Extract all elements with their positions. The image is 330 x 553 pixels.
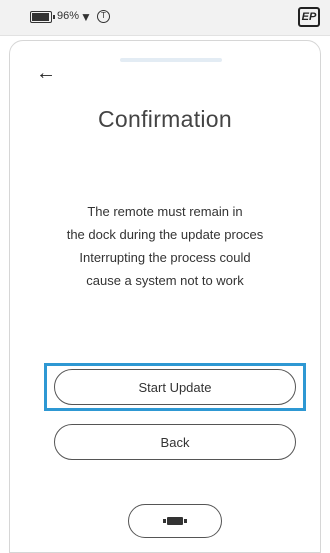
page-title: Confirmation xyxy=(98,106,232,132)
back-button[interactable]: Back xyxy=(54,424,296,460)
message-line: Interrupting the process could xyxy=(79,250,251,265)
message-line: cause a system not to work xyxy=(86,273,244,288)
start-update-button[interactable]: Start Update xyxy=(54,369,296,405)
battery-percent: 96% xyxy=(57,10,80,22)
message-line: the dock during the update proces xyxy=(66,227,264,242)
dock-button[interactable] xyxy=(128,504,222,538)
back-arrow-icon[interactable]: ← xyxy=(36,62,56,85)
confirmation-message: The remote must remain in the dock durin… xyxy=(0,200,330,292)
circle-t-icon: T xyxy=(97,10,110,23)
wifi-icon: ▼ xyxy=(80,10,92,24)
battery-icon xyxy=(30,11,55,23)
remote-dock-icon xyxy=(163,517,187,525)
notch-bar xyxy=(120,58,222,62)
message-line: The remote must remain in xyxy=(87,204,243,219)
ep-logo: EP xyxy=(298,7,320,27)
status-bar: 96% ▼ T EP xyxy=(0,0,330,36)
